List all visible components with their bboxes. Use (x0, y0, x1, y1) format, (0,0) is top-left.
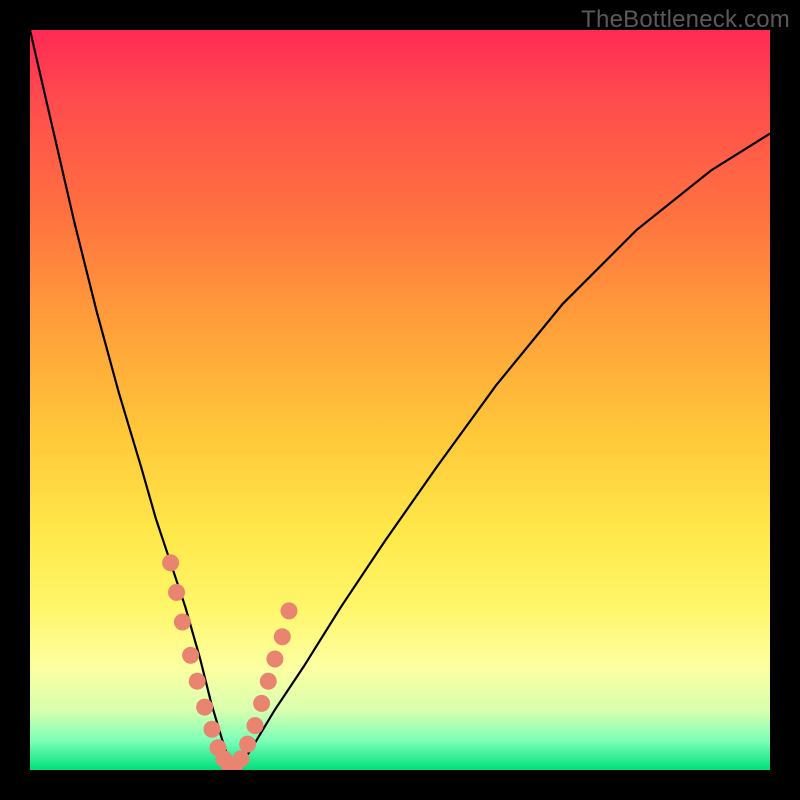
highlight-dot (239, 736, 256, 753)
highlight-dot (182, 647, 199, 664)
highlight-dot (266, 651, 283, 668)
curve-svg (30, 30, 770, 770)
bottleneck-curve (30, 30, 770, 770)
highlight-dots (162, 554, 297, 770)
plot-area (30, 30, 770, 770)
highlight-dot (174, 614, 191, 631)
highlight-dot (281, 602, 298, 619)
highlight-dot (196, 699, 213, 716)
chart-frame: TheBottleneck.com (0, 0, 800, 800)
highlight-dot (247, 717, 264, 734)
highlight-dot (232, 750, 249, 767)
highlight-dot (162, 554, 179, 571)
highlight-dot (260, 673, 277, 690)
highlight-dot (168, 584, 185, 601)
highlight-dot (204, 721, 221, 738)
highlight-dot (189, 673, 206, 690)
highlight-dot (274, 628, 291, 645)
highlight-dot (253, 695, 270, 712)
